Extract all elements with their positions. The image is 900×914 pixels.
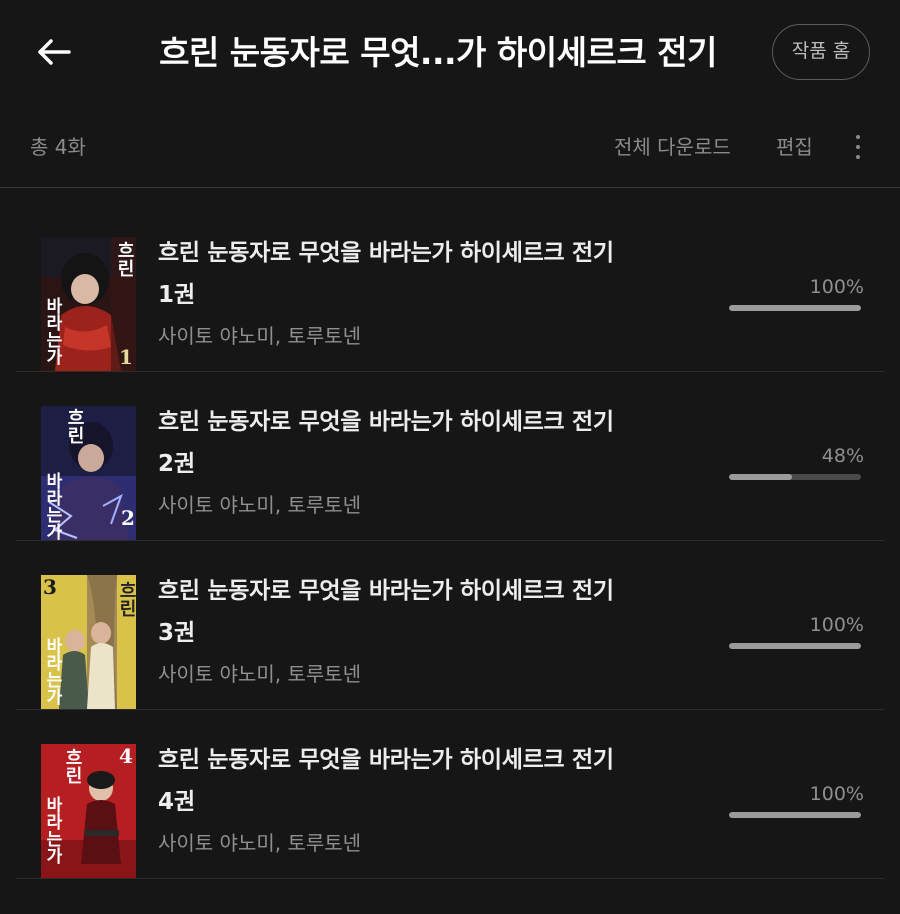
series-home-button[interactable]: 작품 홈 — [772, 24, 870, 80]
cover-image: 흐린 바라는가 2 — [41, 406, 136, 540]
cover-volume-number: 3 — [43, 575, 57, 599]
item-title: 흐린 눈동자로 무엇을 바라는가 하이세르크 전기 — [158, 409, 614, 435]
list-item[interactable]: 흐린 바라는가 3 흐린 눈동자로 무엇을 바라는가 하이세르크 전기 3권 사… — [16, 542, 884, 710]
cover-volume-number: 2 — [121, 506, 135, 530]
download-all-button[interactable]: 전체 다운로드 — [614, 130, 731, 164]
item-volume: 3권 — [158, 620, 196, 646]
progress-bar — [729, 305, 861, 311]
item-author: 사이토 야노미, 토루토넨 — [158, 831, 362, 855]
item-title: 흐린 눈동자로 무엇을 바라는가 하이세르크 전기 — [158, 240, 614, 266]
progress-label: 100% — [809, 276, 864, 298]
cover-image: 흐린 바라는가 3 — [41, 575, 136, 709]
progress-bar — [729, 474, 861, 480]
item-author: 사이토 야노미, 토루토넨 — [158, 324, 362, 348]
app-header: 흐린 눈동자로 무엇...가 하이세르크 전기 작품 홈 — [0, 0, 900, 106]
item-title: 흐린 눈동자로 무엇을 바라는가 하이세르크 전기 — [158, 578, 614, 604]
item-volume: 2권 — [158, 451, 196, 477]
item-author: 사이토 야노미, 토루토넨 — [158, 493, 362, 517]
list-item[interactable]: 흐린 바라는가 4 흐린 눈동자로 무엇을 바라는가 하이세르크 전기 4권 사… — [16, 711, 884, 879]
item-author: 사이토 야노미, 토루토넨 — [158, 662, 362, 686]
cover-volume-number: 1 — [119, 345, 133, 369]
progress-label: 100% — [809, 783, 864, 805]
edit-button[interactable]: 편집 — [776, 130, 813, 164]
arrow-left-icon — [38, 39, 71, 65]
cover-image: 흐린 바라는가 1 — [41, 237, 136, 371]
progress-bar — [729, 643, 861, 649]
progress-label: 100% — [809, 614, 864, 636]
back-button[interactable] — [30, 28, 78, 76]
item-volume: 4권 — [158, 789, 196, 815]
list-toolbar: 총 4화 전체 다운로드 편집 — [0, 106, 900, 188]
more-vertical-icon[interactable] — [846, 130, 870, 164]
progress-label: 48% — [821, 445, 864, 467]
list-item[interactable]: 흐린 바라는가 1 흐린 눈동자로 무엇을 바라는가 하이세르크 전기 1권 사… — [16, 204, 884, 372]
list-item[interactable]: 흐린 바라는가 2 흐린 눈동자로 무엇을 바라는가 하이세르크 전기 2권 사… — [16, 373, 884, 541]
cover-volume-number: 4 — [119, 744, 133, 768]
cover-image: 흐린 바라는가 4 — [41, 744, 136, 878]
item-title: 흐린 눈동자로 무엇을 바라는가 하이세르크 전기 — [158, 747, 614, 773]
total-count: 총 4화 — [30, 135, 86, 159]
progress-bar — [729, 812, 861, 818]
item-volume: 1권 — [158, 282, 196, 308]
page-title: 흐린 눈동자로 무엇...가 하이세르크 전기 — [159, 33, 717, 72]
